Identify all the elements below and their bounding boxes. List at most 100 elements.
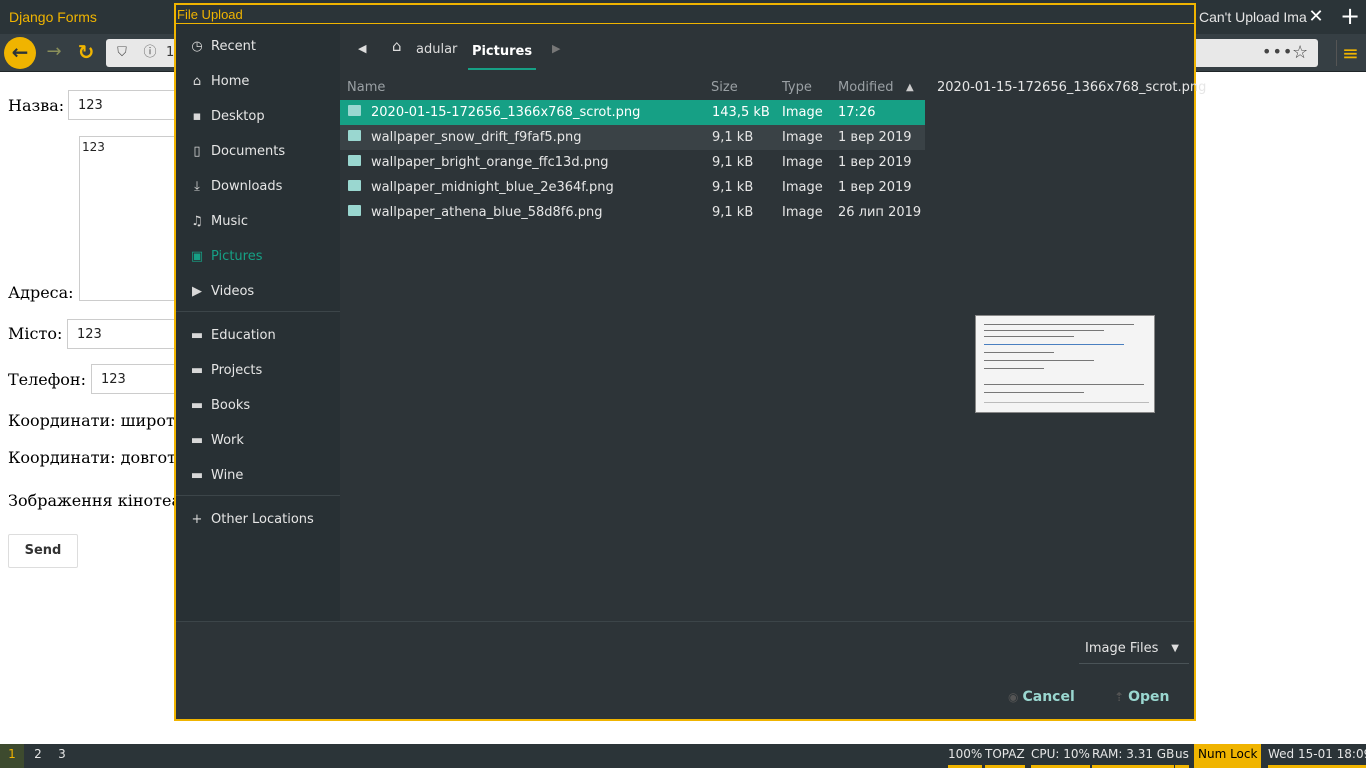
preview-line (984, 360, 1094, 361)
file-row[interactable]: 2020-01-15-172656_1366x768_scrot.png 143… (340, 100, 925, 125)
file-modified: 1 вер 2019 (838, 180, 912, 195)
sort-ascending-icon: ▲ (906, 82, 914, 93)
path-segment-adular[interactable]: adular (416, 42, 457, 57)
desktop-icon: ▪ (192, 108, 202, 124)
sidebar-item-books[interactable]: ▬ Books (176, 390, 340, 420)
sidebar-item-label: Home (211, 73, 250, 89)
column-header-name[interactable]: Name (347, 80, 385, 95)
file-row[interactable]: wallpaper_snow_drift_f9faf5.png 9,1 kB I… (340, 125, 925, 150)
column-header-size[interactable]: Size (711, 80, 738, 95)
sidebar-item-label: Work (211, 432, 244, 448)
open-icon: ⇡ (1114, 690, 1125, 704)
url-bar[interactable]: ⛉ ⓘ 1 (106, 39, 176, 67)
cancel-button[interactable]: ◉ Cancel (1008, 684, 1078, 710)
sidebar-item-home[interactable]: ⌂ Home (176, 66, 340, 96)
page-actions-icon[interactable]: ••• (1262, 42, 1293, 61)
sidebar-item-work[interactable]: ▬ Work (176, 425, 340, 455)
home-icon[interactable]: ⌂ (392, 37, 402, 55)
shield-icon: ⛉ (117, 45, 127, 60)
file-name: 2020-01-15-172656_1366x768_scrot.png (371, 105, 641, 120)
image-preview-thumbnail (975, 315, 1155, 413)
path-back-arrow-icon[interactable]: ◀ (358, 42, 366, 55)
workspace-3[interactable]: 3 (50, 744, 74, 768)
path-bar: ◀ ⌂ adular Pictures ▶ (340, 24, 1194, 80)
open-button[interactable]: ⇡ Open (1114, 684, 1174, 710)
sidebar-item-label: Desktop (211, 108, 265, 124)
back-button[interactable]: ← (4, 37, 36, 69)
file-size: 9,1 kB (712, 205, 754, 220)
forward-button[interactable]: → (42, 40, 66, 64)
preview-line (984, 384, 1144, 385)
open-label: Open (1128, 689, 1170, 705)
new-tab-button[interactable]: + (1338, 4, 1362, 28)
workspace-2[interactable]: 2 (26, 744, 50, 768)
file-name: wallpaper_bright_orange_ffc13d.png (371, 155, 609, 170)
file-type: Image (782, 205, 823, 220)
sidebar-item-music[interactable]: ♫ Music (176, 206, 340, 236)
sidebar-item-projects[interactable]: ▬ Projects (176, 355, 340, 385)
music-icon: ♫ (191, 213, 203, 229)
info-icon[interactable]: ⓘ (142, 44, 158, 62)
file-modified: 1 вер 2019 (838, 155, 912, 170)
sidebar-item-videos[interactable]: ▶ Videos (176, 276, 340, 306)
file-size: 9,1 kB (712, 130, 754, 145)
sidebar-item-recent[interactable]: ◷ Recent (176, 31, 340, 61)
tab-django-forms[interactable]: Django Forms (0, 0, 176, 34)
path-segment-pictures[interactable]: Pictures (468, 34, 536, 70)
preview-line (984, 330, 1104, 331)
preview-line (984, 352, 1054, 353)
sidebar-item-label: Documents (211, 143, 286, 159)
file-type: Image (782, 130, 823, 145)
sidebar-item-downloads[interactable]: ⤓ Downloads (176, 171, 340, 201)
numlock-indicator: Num Lock (1194, 744, 1262, 768)
hamburger-menu-button[interactable]: ≡ (1336, 40, 1360, 66)
sidebar-item-desktop[interactable]: ▪ Desktop (176, 101, 340, 131)
image-file-icon (348, 155, 361, 166)
sidebar-item-pictures[interactable]: ▣ Pictures (176, 241, 340, 271)
dialog-action-bar: Image Files ▼ ◉ Cancel ⇡ Open (176, 621, 1194, 719)
file-row[interactable]: wallpaper_bright_orange_ffc13d.png 9,1 k… (340, 150, 925, 175)
file-name: wallpaper_midnight_blue_2e364f.png (371, 180, 614, 195)
column-header-type[interactable]: Type (782, 80, 812, 95)
clock-icon: ◷ (191, 38, 203, 54)
sidebar-item-education[interactable]: ▬ Education (176, 320, 340, 350)
file-row[interactable]: wallpaper_athena_blue_58d8f6.png 9,1 kB … (340, 200, 925, 225)
workspace-1[interactable]: 1 (0, 744, 24, 768)
folder-icon: ▬ (190, 362, 204, 378)
preview-line (984, 344, 1124, 345)
file-type-filter[interactable]: Image Files ▼ (1079, 634, 1189, 664)
name-input[interactable]: 123 (68, 90, 188, 120)
file-type: Image (782, 180, 823, 195)
file-size: 9,1 kB (712, 180, 754, 195)
sidebar-item-wine[interactable]: ▬ Wine (176, 460, 340, 490)
folder-icon: ▬ (190, 397, 204, 413)
volume-indicator: 100% (948, 744, 983, 768)
city-input[interactable]: 123 (67, 319, 187, 349)
bookmark-star-icon[interactable]: ☆ (1292, 42, 1308, 63)
sidebar-item-label: Wine (211, 467, 244, 483)
description-textarea[interactable]: 123 (79, 136, 189, 301)
file-type: Image (782, 155, 823, 170)
image-label: Зображення кінотеа (8, 491, 181, 510)
send-button[interactable]: Send (8, 534, 78, 568)
host-indicator: TOPAZ (985, 744, 1025, 768)
path-forward-arrow-icon[interactable]: ▶ (552, 42, 560, 55)
file-type: Image (782, 105, 823, 120)
folder-icon: ▬ (190, 327, 204, 343)
column-header-modified[interactable]: Modified (838, 80, 893, 95)
file-upload-dialog: File Upload ◷ Recent ⌂ Home ▪ Desktop ▯ … (174, 3, 1206, 721)
close-tab-icon[interactable]: ✕ (1306, 7, 1326, 27)
clock: Wed 15-01 18:09 (1268, 744, 1366, 768)
keyboard-layout-indicator: us (1175, 744, 1189, 768)
reload-button[interactable]: ↻ (74, 40, 98, 64)
image-file-icon (348, 180, 361, 191)
sidebar-item-other-locations[interactable]: + Other Locations (176, 504, 340, 534)
ram-indicator: RAM: 3.31 GB (1092, 744, 1175, 768)
dialog-title: File Upload (176, 5, 1194, 24)
file-row[interactable]: wallpaper_midnight_blue_2e364f.png 9,1 k… (340, 175, 925, 200)
sidebar-item-documents[interactable]: ▯ Documents (176, 136, 340, 166)
folder-icon: ▬ (190, 432, 204, 448)
preview-line (984, 368, 1044, 369)
url-bar-actions: ••• ☆ (1196, 39, 1318, 67)
address-label: Адреса: (8, 283, 74, 302)
